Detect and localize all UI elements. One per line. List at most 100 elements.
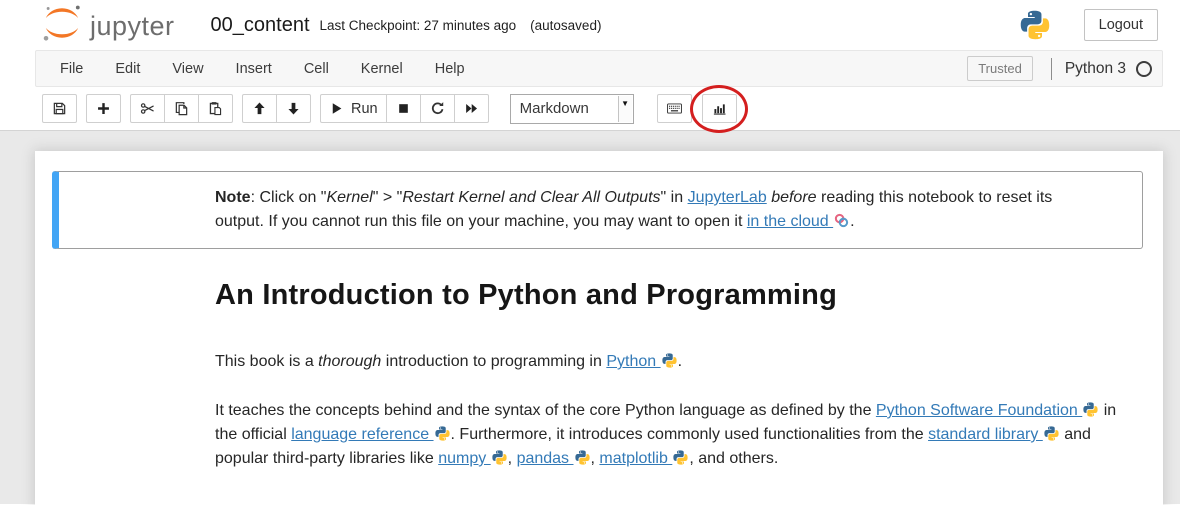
content-link[interactable]: matplotlib xyxy=(599,450,689,467)
autosave-status: (autosaved) xyxy=(530,18,601,33)
stop-button[interactable] xyxy=(386,94,421,123)
text-run: : Click on " xyxy=(251,189,327,206)
menu-help[interactable]: Help xyxy=(419,52,481,86)
text-run: This book is a xyxy=(215,353,318,370)
toolbar-left-groups: Run xyxy=(42,94,489,123)
cell-type-dropdown[interactable]: Markdown ▼ xyxy=(510,94,634,124)
jupyter-notebook-page: jupyter 00_content Last Checkpoint: 27 m… xyxy=(0,0,1180,505)
description-paragraph: It teaches the concepts behind and the s… xyxy=(215,399,1127,471)
python-icon xyxy=(434,423,451,447)
page-title: An Introduction to Python and Programmin… xyxy=(215,279,1163,312)
logout-button[interactable]: Logout xyxy=(1084,9,1158,41)
text-run: . xyxy=(678,353,682,370)
header: jupyter 00_content Last Checkpoint: 27 m… xyxy=(0,0,1180,50)
text-run: " > " xyxy=(373,189,403,206)
content-link[interactable]: numpy xyxy=(438,450,507,467)
stop-icon xyxy=(396,101,411,116)
menu-insert[interactable]: Insert xyxy=(220,52,288,86)
text-run: , and others. xyxy=(689,450,778,467)
text-run: It teaches the concepts behind and the s… xyxy=(215,402,876,419)
fast-forward-icon xyxy=(464,101,479,116)
run-icon xyxy=(329,101,344,116)
jupyter-logo[interactable]: jupyter xyxy=(40,3,175,48)
paste-cell-icon xyxy=(208,101,223,116)
copy-cell-icon xyxy=(174,101,189,116)
jupyter-logo-text: jupyter xyxy=(90,11,175,42)
menu-kernel[interactable]: Kernel xyxy=(345,52,419,86)
menubar: FileEditViewInsertCellKernelHelp Trusted… xyxy=(35,50,1163,87)
menu-items: FileEditViewInsertCellKernelHelp xyxy=(44,52,481,86)
python-icon xyxy=(1082,399,1099,423)
menu-cell[interactable]: Cell xyxy=(288,52,345,86)
notebook-container: Note: Click on "Kernel" > "Restart Kerne… xyxy=(35,151,1163,505)
content-link[interactable]: pandas xyxy=(517,450,591,467)
content-link[interactable]: Python xyxy=(606,353,677,370)
bar-chart-button[interactable] xyxy=(702,94,737,123)
restart-icon xyxy=(430,101,445,116)
content-link[interactable]: JupyterLab xyxy=(688,189,767,206)
italic-text: thorough xyxy=(318,353,381,370)
copy-cell-button[interactable] xyxy=(164,94,199,123)
content-link[interactable]: Python Software Foundation xyxy=(876,402,1099,419)
keyboard-button[interactable] xyxy=(657,94,692,123)
save-button[interactable] xyxy=(42,94,77,123)
toolbar-button-group xyxy=(702,94,737,123)
add-cell-button[interactable] xyxy=(86,94,121,123)
save-icon xyxy=(52,101,67,116)
kernel-name: Python 3 xyxy=(1065,60,1126,78)
python-icon xyxy=(672,447,689,471)
fast-forward-button[interactable] xyxy=(454,94,489,123)
bold-text: Note xyxy=(215,189,251,206)
python-icon xyxy=(491,447,508,471)
italic-text: Kernel xyxy=(326,189,372,206)
paste-cell-button[interactable] xyxy=(198,94,233,123)
bar-chart-icon xyxy=(712,101,727,116)
menu-view[interactable]: View xyxy=(156,52,219,86)
move-down-icon xyxy=(286,101,301,116)
notebook-title[interactable]: 00_content xyxy=(211,14,310,37)
intro-paragraph: This book is a thorough introduction to … xyxy=(215,350,1127,374)
kernel-separator xyxy=(1051,58,1052,80)
kernel-idle-icon xyxy=(1136,61,1152,77)
cut-cell-button[interactable] xyxy=(130,94,165,123)
text-run: introduction to programming in xyxy=(381,353,606,370)
python-icon xyxy=(661,350,678,374)
dropdown-arrow-icon: ▼ xyxy=(618,96,632,122)
toolbar-button-group xyxy=(657,94,692,123)
italic-text: Restart Kernel and Clear All Outputs xyxy=(402,189,660,206)
run-button[interactable]: Run xyxy=(320,94,387,123)
cut-cell-icon xyxy=(140,101,155,116)
text-run: , xyxy=(508,450,517,467)
python-icon xyxy=(1043,423,1060,447)
text-run: " in xyxy=(661,189,688,206)
toolbar: Run Markdown ▼ xyxy=(0,87,1180,130)
italic-text: before xyxy=(771,189,816,206)
python-logo-icon xyxy=(1018,8,1052,42)
toolbar-button-group xyxy=(242,94,311,123)
toolbar-button-group xyxy=(86,94,121,123)
text-run: . xyxy=(850,213,854,230)
move-up-icon xyxy=(252,101,267,116)
menubar-right: Trusted Python 3 xyxy=(967,56,1152,81)
checkpoint-status: Last Checkpoint: 27 minutes ago xyxy=(320,18,517,33)
toolbar-button-group: Run xyxy=(320,94,489,123)
jupyter-swoosh-icon xyxy=(40,3,84,48)
menu-file[interactable]: File xyxy=(44,52,99,86)
content-link[interactable]: in the cloud xyxy=(747,213,850,230)
content-link[interactable]: language reference xyxy=(291,426,450,443)
content-link[interactable]: standard library xyxy=(928,426,1060,443)
restart-button[interactable] xyxy=(420,94,455,123)
toolbar-button-group xyxy=(130,94,233,123)
move-up-button[interactable] xyxy=(242,94,277,123)
toolbar-button-group xyxy=(42,94,77,123)
add-cell-icon xyxy=(96,101,111,116)
toolbar-right-groups xyxy=(657,94,737,123)
cell-type-value: Markdown xyxy=(520,100,589,117)
note-callout: Note: Click on "Kernel" > "Restart Kerne… xyxy=(52,171,1143,249)
run-label: Run xyxy=(351,101,378,117)
text-run: . Furthermore, it introduces commonly us… xyxy=(451,426,929,443)
move-down-button[interactable] xyxy=(276,94,311,123)
notebook-area: Note: Click on "Kernel" > "Restart Kerne… xyxy=(0,130,1180,504)
binder-icon xyxy=(833,210,850,234)
menu-edit[interactable]: Edit xyxy=(99,52,156,86)
